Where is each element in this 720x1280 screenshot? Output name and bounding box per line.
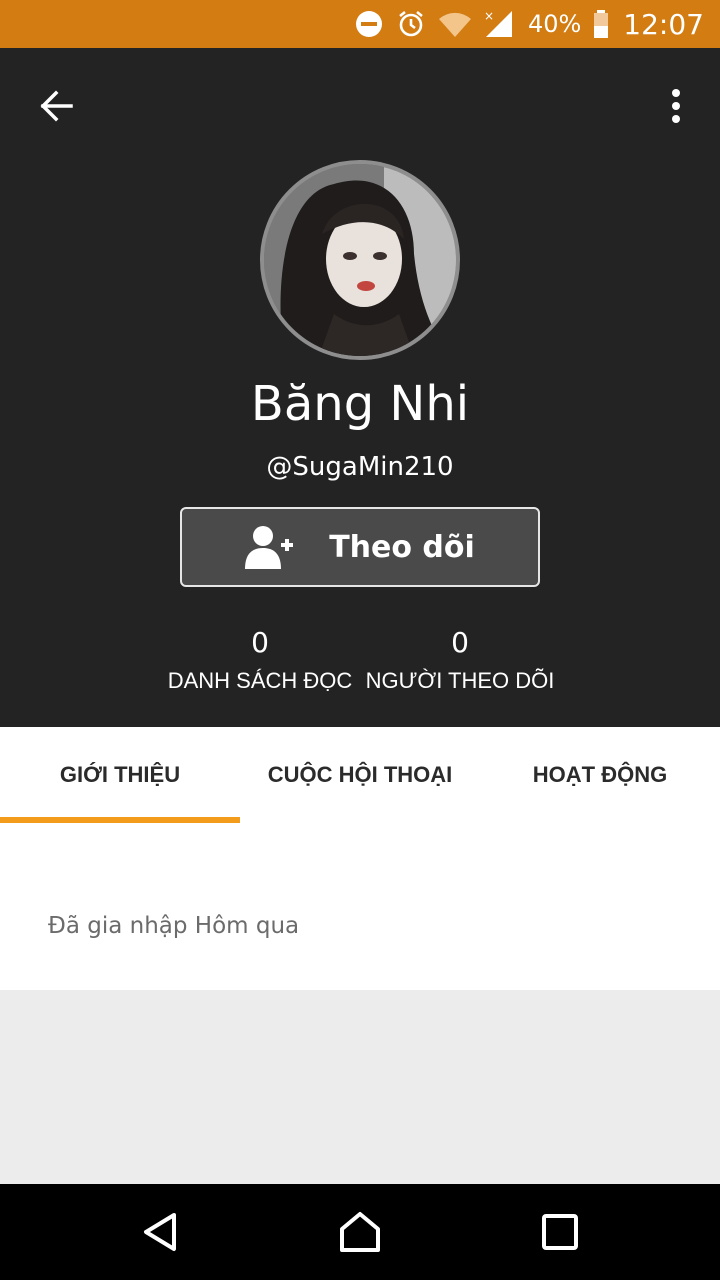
alarm-icon — [396, 9, 426, 39]
status-icons: × 40% 12:07 — [354, 0, 704, 48]
tab-conversations[interactable]: CUỘC HỘI THOẠI — [240, 727, 480, 823]
home-icon — [340, 1212, 380, 1252]
navigation-bar — [0, 1184, 720, 1280]
username: @SugaMin210 — [266, 452, 454, 482]
about-section: Đã gia nhập Hôm qua — [0, 823, 720, 990]
tab-activity[interactable]: HOẠT ĐỘNG — [480, 727, 720, 823]
back-triangle-icon — [144, 1213, 176, 1251]
stat-followers[interactable]: 0 NGƯỜI THEO DÕI — [360, 626, 560, 694]
battery-percent: 40% — [527, 10, 582, 38]
add-person-icon — [245, 526, 294, 569]
follow-button-label: Theo dõi — [329, 529, 475, 565]
profile-stats: 0 DANH SÁCH ĐỌC 0 NGƯỜI THEO DÕI — [160, 626, 560, 706]
signal-icon: × — [484, 9, 516, 39]
do-not-disturb-icon — [354, 9, 384, 39]
svg-text:×: × — [484, 9, 494, 23]
more-options-button[interactable] — [660, 82, 692, 130]
nav-back-button[interactable] — [130, 1202, 190, 1262]
profile-header: Băng Nhi @SugaMin210 Theo dõi 0 DANH SÁC… — [0, 48, 720, 727]
nav-recents-button[interactable] — [530, 1202, 590, 1262]
recents-square-icon — [542, 1214, 578, 1250]
status-bar: × 40% 12:07 — [0, 0, 720, 48]
display-name: Băng Nhi — [250, 376, 470, 432]
stat-count: 0 — [251, 626, 269, 659]
back-button[interactable] — [32, 82, 80, 130]
joined-date: Đã gia nhập Hôm qua — [48, 913, 300, 939]
stat-label: DANH SÁCH ĐỌC — [167, 668, 353, 693]
profile-tabs: GIỚI THIỆU CUỘC HỘI THOẠI HOẠT ĐỘNG — [0, 727, 720, 823]
nav-home-button[interactable] — [330, 1202, 390, 1262]
avatar — [260, 160, 460, 360]
clock: 12:07 — [623, 7, 704, 41]
stat-label: NGƯỜI THEO DÕI — [365, 668, 555, 693]
wifi-icon — [438, 10, 472, 38]
battery-icon — [593, 9, 609, 39]
stat-reading-lists[interactable]: 0 DANH SÁCH ĐỌC — [160, 626, 360, 694]
follow-button[interactable]: Theo dõi — [180, 507, 540, 587]
tab-about[interactable]: GIỚI THIỆU — [0, 727, 240, 823]
arrow-left-icon — [40, 90, 73, 122]
stat-count: 0 — [451, 626, 469, 659]
more-vertical-icon — [672, 89, 680, 123]
